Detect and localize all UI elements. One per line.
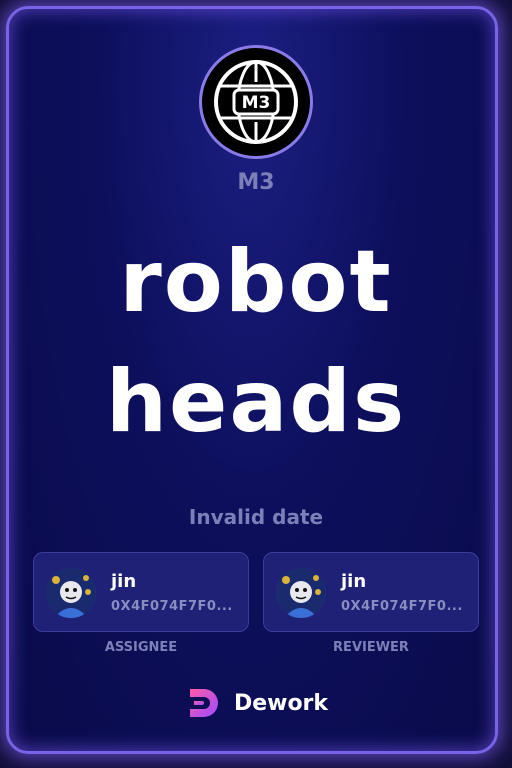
- reviewer-name: jin: [341, 571, 367, 592]
- avatar: [276, 568, 326, 618]
- reviewer-card[interactable]: jin 0X4F074F7F0...: [263, 552, 479, 632]
- assignee-name: jin: [111, 571, 137, 592]
- globe-icon: M3: [214, 60, 298, 144]
- task-title: robot heads: [0, 222, 512, 462]
- task-title-line-2: heads: [105, 352, 407, 452]
- assignee-address: 0X4F074F7F0...: [111, 599, 233, 614]
- assignee-role-label: ASSIGNEE: [104, 640, 178, 655]
- logo-text: M3: [242, 93, 271, 113]
- assignee-card[interactable]: jin 0X4F074F7F0...: [33, 552, 249, 632]
- organization-logo: M3: [199, 45, 313, 159]
- avatar: [46, 568, 96, 618]
- reviewer-role-label: REVIEWER: [333, 640, 409, 655]
- dework-logo-icon: [189, 689, 218, 717]
- organization-name[interactable]: M3: [0, 170, 512, 195]
- reviewer-address: 0X4F074F7F0...: [341, 599, 463, 614]
- brand-name: Dework: [233, 690, 329, 716]
- footer-brand[interactable]: Dework: [0, 683, 512, 723]
- due-date: Invalid date: [188, 505, 324, 529]
- task-title-line-1: robot: [119, 232, 393, 332]
